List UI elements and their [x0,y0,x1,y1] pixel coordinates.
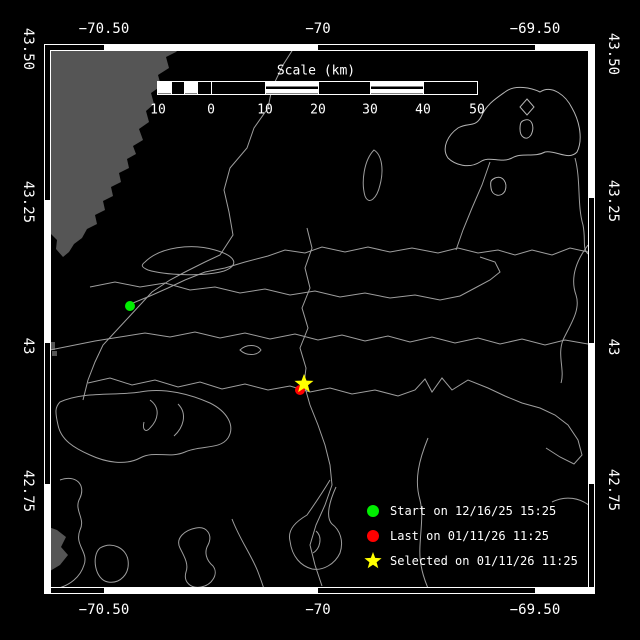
axis-label-right-lat-3: 42.75 [605,469,621,511]
map-canvas [0,0,640,640]
scale-tick-2: 10 [257,103,273,118]
track-markers [125,301,314,395]
axis-label-right-lat-0: 43.50 [605,33,621,75]
axis-label-bottom-lon-2: −69.50 [510,602,561,618]
axis-label-right-lat-2: 43 [605,339,621,356]
axis-label-top-lon-2: −69.50 [510,21,561,37]
axis-label-top-lon-0: −70.50 [79,21,130,37]
start-marker[interactable] [125,301,135,311]
scale-tick-0: 10 [150,103,166,118]
legend-markers [364,505,381,568]
legend-last-label: Last on 01/11/26 11:25 [390,529,549,543]
legend-start-icon [367,505,379,517]
axis-label-left-lat-2: 43 [20,338,36,355]
axis-label-top-lon-1: −70 [305,21,330,37]
axis-label-left-lat-3: 42.75 [20,470,36,512]
scale-tick-6: 50 [469,103,485,118]
scale-bar-title: Scale (km) [277,64,355,79]
scale-bar [158,81,478,95]
scale-tick-5: 40 [415,103,431,118]
land-mainland [46,44,184,257]
land-area [46,44,184,573]
axis-label-bottom-lon-1: −70 [305,602,330,618]
legend-selected-star-icon [364,552,381,568]
island-contours [445,87,580,195]
axis-label-bottom-lon-0: −70.50 [79,602,130,618]
scale-tick-1: 0 [207,103,215,118]
scale-tick-4: 30 [362,103,378,118]
axis-label-right-lat-1: 43.25 [605,180,621,222]
legend-start-label: Start on 12/16/25 15:25 [390,504,556,518]
scale-tick-3: 20 [310,103,326,118]
axis-label-left-lat-1: 43.25 [20,181,36,223]
legend-selected-label: Selected on 01/11/26 11:25 [390,554,578,568]
axis-label-left-lat-0: 43.50 [20,28,36,70]
legend-last-icon [367,530,379,542]
land-speck [52,351,57,356]
drifter-track-map-page: −70.50 −70 −69.50 −70.50 −70 −69.50 43.5… [0,0,640,640]
